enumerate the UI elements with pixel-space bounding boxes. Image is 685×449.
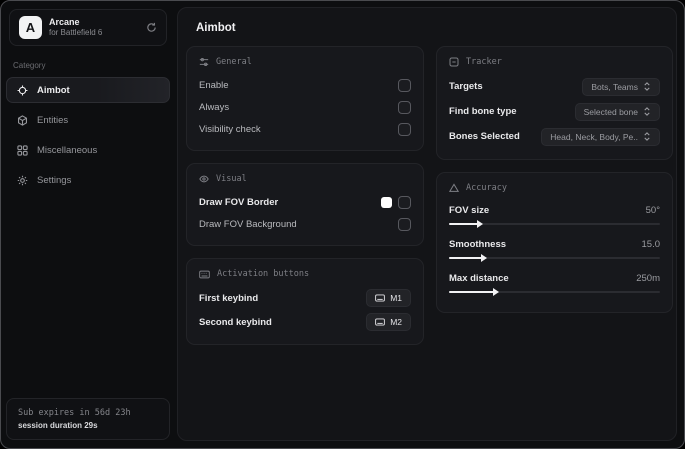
crosshair-icon — [17, 85, 28, 96]
slider-thumb[interactable] — [476, 220, 483, 228]
setting-row-draw-fov-border: Draw FOV Border — [199, 191, 411, 213]
activation-card-title: Activation buttons — [217, 269, 310, 279]
setting-row-second-keybind: Second keybind M2 — [199, 310, 411, 334]
tracker-card: Tracker Targets Bots, Teams Find bone ty… — [436, 46, 673, 160]
setting-label: Smoothness — [449, 238, 507, 250]
setting-row-targets: Targets Bots, Teams — [449, 74, 660, 99]
accuracy-card: Accuracy FOV size 50° Smoothness 15.0 Ma… — [436, 172, 673, 313]
right-column: Tracker Targets Bots, Teams Find bone ty… — [436, 46, 673, 325]
setting-row-always: Always — [199, 96, 411, 118]
keybind-value: M1 — [390, 293, 402, 303]
max-distance-value: 250m — [636, 272, 660, 284]
left-column: General Enable Always Visibility check V… — [186, 46, 424, 357]
app-name: Arcane — [49, 16, 80, 27]
setting-row-visibility-check: Visibility check — [199, 118, 411, 140]
fov-size-slider[interactable] — [449, 220, 660, 228]
setting-row-max-distance: Max distance 250m — [449, 268, 660, 288]
setting-row-bones-selected: Bones Selected Head, Neck, Body, Pe.. — [449, 124, 660, 149]
setting-label: Bones Selected — [449, 131, 520, 142]
activation-buttons-card: Activation buttons First keybind M1 Seco… — [186, 258, 424, 345]
eye-icon — [199, 174, 209, 184]
setting-row-first-keybind: First keybind M1 — [199, 286, 411, 310]
bones-selected-dropdown[interactable]: Head, Neck, Body, Pe.. — [541, 127, 660, 146]
refresh-icon[interactable] — [146, 22, 157, 33]
smoothness-slider[interactable] — [449, 254, 660, 262]
slider-thumb[interactable] — [480, 254, 487, 262]
setting-label: Second keybind — [199, 316, 272, 328]
keybind-value: M2 — [390, 317, 402, 327]
dropdown-value: Head, Neck, Body, Pe.. — [550, 131, 638, 142]
draw-fov-background-checkbox[interactable] — [398, 217, 411, 231]
page-title: Aimbot — [196, 22, 236, 34]
setting-label: Draw FOV Background — [199, 218, 297, 230]
app-subtitle: for Battlefield 6 — [49, 28, 103, 38]
dropdown-value: Selected bone — [583, 106, 638, 117]
scan-icon — [449, 57, 459, 67]
app-header-card: A Arcane for Battlefield 6 — [9, 9, 167, 46]
setting-label: Targets — [449, 81, 483, 92]
fov-size-value: 50° — [645, 204, 660, 216]
sidebar-item-miscellaneous[interactable]: Miscellaneous — [6, 137, 170, 163]
general-card: General Enable Always Visibility check — [186, 46, 424, 151]
subscription-info-card: Sub expires in 56d 23h session duration … — [6, 398, 170, 440]
sidebar-item-label: Settings — [37, 174, 72, 186]
visual-card: Visual Draw FOV Border Draw FOV Backgrou… — [186, 163, 424, 246]
slider-thumb[interactable] — [493, 288, 500, 296]
keyboard-icon — [375, 294, 386, 302]
sidebar: A Arcane for Battlefield 6 Category Aimb… — [1, 1, 175, 448]
sidebar-nav: Aimbot Entities Miscellaneous Settings — [1, 77, 175, 193]
enable-checkbox[interactable] — [398, 78, 411, 92]
cube-icon — [17, 114, 28, 126]
sub-expires-text: Sub expires in 56d 23h — [18, 408, 131, 419]
sidebar-item-label: Aimbot — [37, 84, 70, 96]
app-window: A Arcane for Battlefield 6 Category Aimb… — [0, 0, 685, 449]
session-duration-text: session duration 29s — [18, 421, 98, 430]
app-logo: A — [19, 16, 42, 39]
expand-icon — [643, 107, 651, 116]
setting-label: Find bone type — [449, 106, 517, 117]
keyboard-icon — [375, 318, 386, 326]
setting-label: FOV size — [449, 204, 490, 216]
sidebar-item-label: Miscellaneous — [37, 144, 98, 156]
gear-icon — [17, 175, 28, 186]
first-keybind-button[interactable]: M1 — [366, 289, 411, 307]
category-label: Category — [13, 61, 46, 70]
sidebar-item-entities[interactable]: Entities — [6, 107, 170, 133]
setting-row-smoothness: Smoothness 15.0 — [449, 234, 660, 254]
grid-icon — [17, 144, 28, 156]
targets-dropdown[interactable]: Bots, Teams — [582, 77, 660, 96]
fov-border-color-swatch[interactable] — [381, 196, 392, 208]
second-keybind-button[interactable]: M2 — [366, 313, 411, 331]
dropdown-value: Bots, Teams — [591, 81, 638, 92]
tracker-card-title: Tracker — [466, 57, 502, 67]
sidebar-item-label: Entities — [37, 114, 69, 126]
main-panel: Aimbot General Enable Always Visibility … — [177, 7, 677, 441]
find-bone-type-dropdown[interactable]: Selected bone — [574, 102, 660, 121]
setting-row-enable: Enable — [199, 74, 411, 96]
setting-row-find-bone-type: Find bone type Selected bone — [449, 99, 660, 124]
keyboard-icon — [199, 270, 210, 279]
setting-label: Enable — [199, 79, 229, 91]
setting-label: First keybind — [199, 292, 259, 304]
accuracy-card-title: Accuracy — [466, 183, 507, 193]
expand-icon — [643, 132, 651, 141]
setting-label: Max distance — [449, 272, 509, 284]
sidebar-item-settings[interactable]: Settings — [6, 167, 170, 193]
always-checkbox[interactable] — [398, 100, 411, 114]
setting-row-fov-size: FOV size 50° — [449, 200, 660, 220]
setting-row-draw-fov-background: Draw FOV Background — [199, 213, 411, 235]
sidebar-item-aimbot[interactable]: Aimbot — [6, 77, 170, 103]
smoothness-value: 15.0 — [641, 238, 661, 250]
setting-label: Always — [199, 101, 230, 113]
expand-icon — [643, 82, 651, 91]
sliders-icon — [199, 57, 209, 67]
triangle-icon — [449, 183, 459, 193]
setting-label: Visibility check — [199, 123, 261, 135]
general-card-title: General — [216, 57, 252, 67]
setting-label: Draw FOV Border — [199, 196, 279, 208]
draw-fov-border-checkbox[interactable] — [398, 195, 411, 209]
visual-card-title: Visual — [216, 174, 247, 184]
max-distance-slider[interactable] — [449, 288, 660, 296]
visibility-check-checkbox[interactable] — [398, 122, 411, 136]
